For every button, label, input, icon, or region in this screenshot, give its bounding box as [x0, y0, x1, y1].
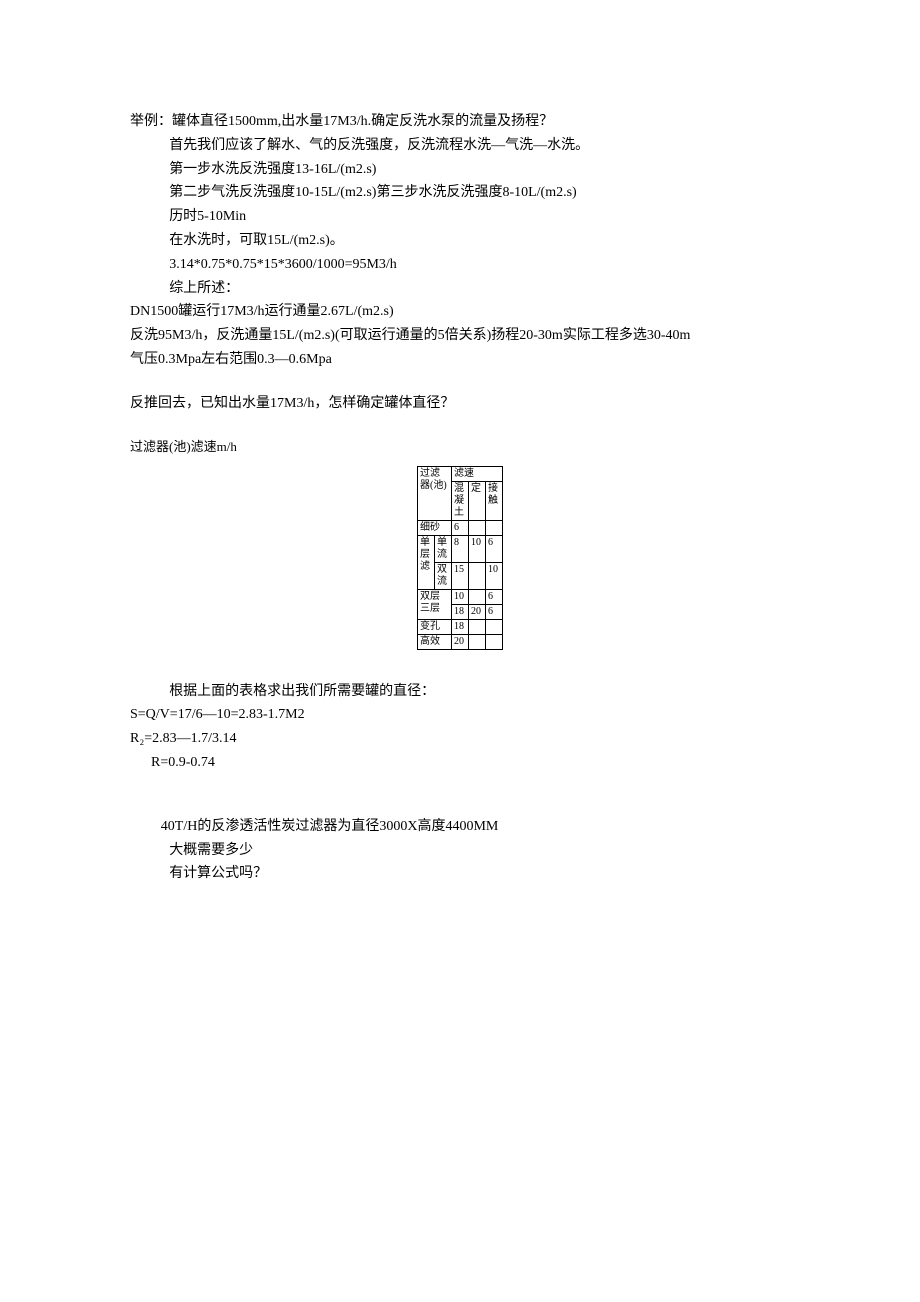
cell-empty	[469, 520, 486, 535]
cell-empty	[469, 589, 486, 604]
row-variable-hole: 变孔	[418, 619, 452, 634]
cell-empty	[469, 634, 486, 649]
row-double-flow: 双流	[435, 562, 452, 589]
filter-speed-table: 过滤器(池) 滤速 混凝土 定 接触 细砂 6 单层滤 单流 8 10 6	[417, 466, 503, 650]
example-line-4: 第二步气洗反洗强度10-15L/(m2.s)第三步水洗反洗强度8-10L/(m2…	[130, 181, 790, 205]
question-block: 40T/H的反渗透活性炭过滤器为直径3000X高度4400MM 大概需要多少 有…	[130, 815, 790, 886]
th-contact: 接触	[486, 481, 503, 520]
th-speed: 滤速	[452, 466, 503, 481]
row-single-flow: 单流	[435, 535, 452, 562]
example-line-1: 举例：罐体直径1500mm,出水量17M3/h.确定反洗水泵的流量及扬程？	[130, 110, 790, 134]
calculation-block: 根据上面的表格求出我们所需要罐的直径： S=Q/V=17/6—10=2.83-1…	[130, 680, 790, 775]
example-summary: 综上所述：	[130, 277, 790, 301]
cell-6b: 6	[486, 535, 503, 562]
example-line-5: 历时5-10Min	[130, 205, 790, 229]
cell-empty	[486, 634, 503, 649]
cell-empty	[469, 562, 486, 589]
row-fine-sand: 细砂	[418, 520, 452, 535]
example-line-9: DN1500罐运行17M3/h运行通量2.67L/(m2.s)	[130, 300, 790, 324]
cell-6c: 6	[486, 589, 503, 604]
cell-10: 10	[469, 535, 486, 562]
cell-6d: 6	[486, 604, 503, 619]
cell-20b: 20	[452, 634, 469, 649]
example-line-10: 反洗95M3/h，反洗通量15L/(m2.s)(可取运行通量的5倍关系)扬程20…	[130, 324, 790, 348]
cell-18b: 18	[452, 619, 469, 634]
cell-10c: 10	[452, 589, 469, 604]
calc-line-3: R₂=2.83—1.7/3.14	[130, 727, 790, 751]
example-line-2: 首先我们应该了解水、气的反洗强度，反洗流程水洗—气洗—水洗。	[130, 134, 790, 158]
reverse-question: 反推回去，已知出水量17M3/h，怎样确定罐体直径？	[130, 392, 790, 416]
cell-18: 18	[452, 604, 469, 619]
calc-line-4: R=0.9-0.74	[130, 751, 790, 775]
th-concrete: 混凝土	[452, 481, 469, 520]
cell-8: 8	[452, 535, 469, 562]
question-line-1: 40T/H的反渗透活性炭过滤器为直径3000X高度4400MM	[130, 815, 790, 839]
th-filter: 过滤器(池)	[418, 466, 452, 520]
cell-empty	[486, 520, 503, 535]
document-page: 举例：罐体直径1500mm,出水量17M3/h.确定反洗水泵的流量及扬程？ 首先…	[0, 0, 920, 926]
cell-10b: 10	[486, 562, 503, 589]
th-sub-fixed: 定	[469, 481, 486, 520]
filter-speed-table-wrap: 过滤器(池) 滤速 混凝土 定 接触 细砂 6 单层滤 单流 8 10 6	[130, 466, 790, 650]
row-single-layer: 单层滤	[418, 535, 435, 589]
row-high-efficiency: 高效	[418, 634, 452, 649]
row-double-triple: 双层三层	[418, 589, 452, 619]
question-line-2: 大概需要多少	[130, 839, 790, 863]
example-line-6: 在水洗时，可取15L/(m2.s)。	[130, 229, 790, 253]
example-line-3: 第一步水洗反洗强度13-16L/(m2.s)	[130, 158, 790, 182]
example-line-11: 气压0.3Mpa左右范围0.3—0.6Mpa	[130, 348, 790, 372]
cell-6: 6	[452, 520, 469, 535]
calc-line-1: 根据上面的表格求出我们所需要罐的直径：	[130, 680, 790, 704]
cell-15: 15	[452, 562, 469, 589]
cell-empty	[469, 619, 486, 634]
example-line-7: 3.14*0.75*0.75*15*3600/1000=95M3/h	[130, 253, 790, 277]
table-title: 过滤器(池)滤速m/h	[130, 436, 790, 458]
question-line-3: 有计算公式吗？	[130, 862, 790, 886]
calc-line-2: S=Q/V=17/6—10=2.83-1.7M2	[130, 703, 790, 727]
cell-empty	[486, 619, 503, 634]
cell-20: 20	[469, 604, 486, 619]
